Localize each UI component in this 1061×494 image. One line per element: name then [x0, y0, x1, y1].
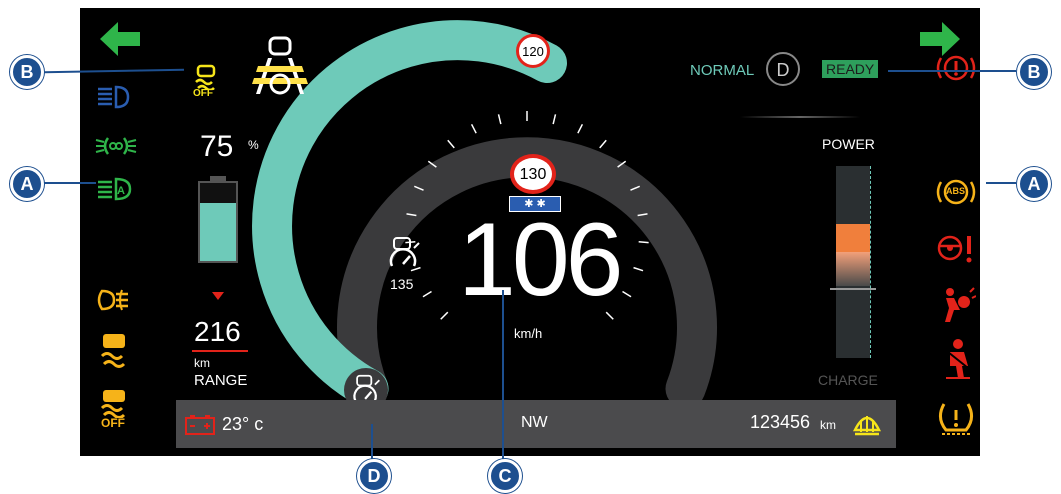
speed-tick [638, 241, 649, 244]
range-underline [192, 350, 248, 352]
callout-c: C [488, 459, 522, 493]
speed-tick [622, 290, 632, 298]
abs-warning-indicator: ABS [934, 176, 978, 208]
power-label: POWER [822, 136, 875, 152]
turn-right-arrow-icon [920, 22, 960, 56]
speed-tick [633, 266, 644, 272]
stability-control-off-icon [100, 390, 126, 419]
cruise-control-icon [389, 237, 420, 267]
speed-limit-sign: 120 [516, 34, 550, 68]
callout-line-bottom-c [502, 290, 504, 462]
power-meter-fill-low [836, 252, 870, 286]
side-lights-icon [95, 137, 137, 155]
high-beam-icon [98, 85, 130, 109]
range-label: RANGE [194, 372, 248, 389]
brake-warning-icon [936, 55, 976, 81]
battery-percent: 75 [200, 130, 234, 163]
speed-value: 106 [458, 202, 624, 318]
odometer-unit: km [820, 418, 836, 432]
traction-control-off-icon [195, 64, 216, 92]
power-meter [830, 166, 876, 358]
battery-icon [198, 176, 238, 263]
stability-control-off-indicator: OFF [98, 388, 132, 438]
speed-tick [447, 139, 455, 149]
callout-line-left-a [44, 182, 96, 184]
range-down-arrow-icon [212, 292, 224, 300]
road-speed-sign: 130 [510, 154, 556, 194]
battery-warning-icon [185, 415, 215, 435]
battery-body [198, 181, 238, 263]
gear-value: D [776, 60, 790, 80]
drive-mode-label: NORMAL [690, 62, 755, 79]
stability-off-label: OFF [101, 416, 125, 430]
abs-label: ABS [946, 186, 966, 196]
cruise-set-speed: 135 [390, 276, 414, 292]
lane-assist-icon [252, 36, 308, 95]
speed-tick [422, 290, 432, 298]
speed-tick [440, 311, 449, 320]
svg-text:A: A [117, 185, 125, 197]
speed-unit: km/h [514, 326, 543, 341]
gear-indicator: D [766, 52, 800, 86]
road-speed-value: 130 [519, 166, 547, 183]
callout-line-right-b [888, 70, 1016, 72]
speed-tick [497, 114, 502, 125]
callout-line-right-a [986, 182, 1016, 184]
range-unit: km [194, 356, 210, 370]
charge-label: CHARGE [818, 372, 878, 388]
battery-fill [200, 202, 236, 261]
speed-tick [470, 123, 477, 134]
auto-headlight-icon: A [98, 177, 132, 201]
callout-b-right: B [1017, 55, 1051, 89]
instrument-cluster: OFF A OFF 75 % 216 km RANGE 120 130 ✱ ✱ … [80, 8, 980, 456]
traction-control-off-indicator: OFF [190, 64, 222, 104]
battery-percent-unit: % [248, 138, 259, 152]
callout-line-bottom-d [371, 424, 373, 462]
traction-control-icon [100, 334, 126, 368]
outside-temperature: 23° c [222, 414, 264, 434]
speed-limit-value: 120 [522, 44, 544, 59]
callout-a-left: A [10, 167, 44, 201]
seatbelt-warning-icon [946, 339, 970, 379]
callout-b-left: B [10, 55, 44, 89]
ready-status-badge: READY [822, 60, 879, 78]
odometer-value: 123456 [750, 412, 811, 432]
range-value: 216 [194, 316, 241, 347]
fog-light-icon [97, 289, 128, 311]
turn-left-arrow-icon [100, 22, 140, 56]
traction-off-label: OFF [193, 88, 213, 99]
power-meter-scale [870, 166, 875, 358]
compass-heading: NW [521, 414, 548, 431]
airbag-warning-icon [945, 287, 976, 322]
status-bar: 23° c NW 123456 km [176, 400, 896, 448]
tire-pressure-warning-icon [939, 403, 973, 435]
callout-d: D [357, 459, 391, 493]
speed-tick [552, 114, 557, 125]
speed-tick [577, 123, 584, 134]
speed-tick [599, 139, 607, 149]
callout-a-right: A [1017, 167, 1051, 201]
power-meter-fill-high [836, 224, 870, 252]
windshield-defrost-icon [852, 416, 882, 436]
drive-mode-divider [740, 116, 860, 118]
steering-warning-icon [937, 235, 972, 263]
